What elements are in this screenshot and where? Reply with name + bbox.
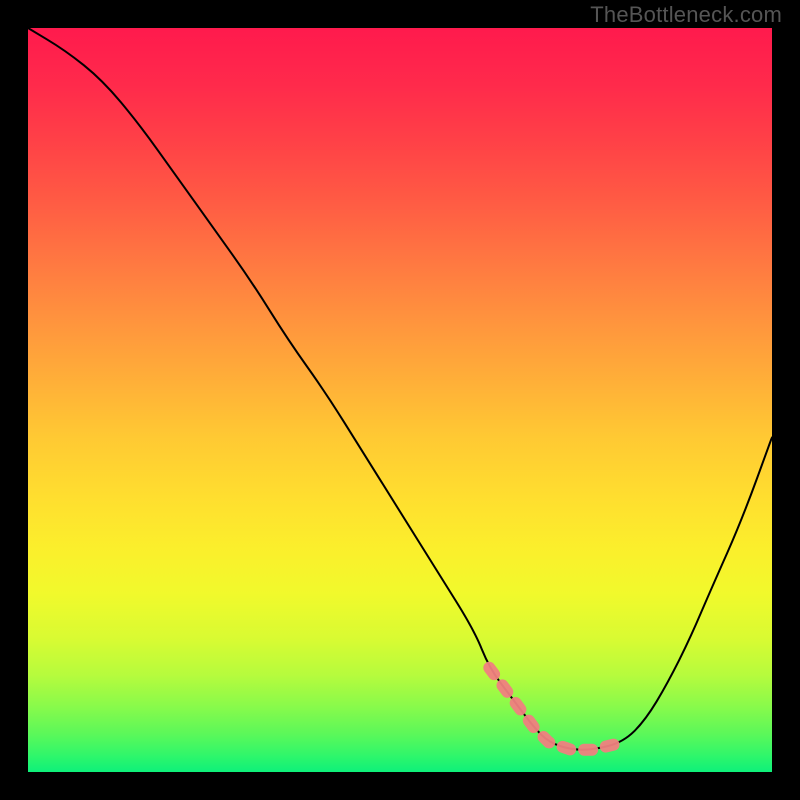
optimal-range-marker: [489, 668, 623, 750]
bottleneck-curve: [28, 28, 772, 750]
watermark-text: TheBottleneck.com: [590, 2, 782, 28]
chart-svg: [28, 28, 772, 772]
plot-area: [28, 28, 772, 772]
chart-container: TheBottleneck.com: [0, 0, 800, 800]
